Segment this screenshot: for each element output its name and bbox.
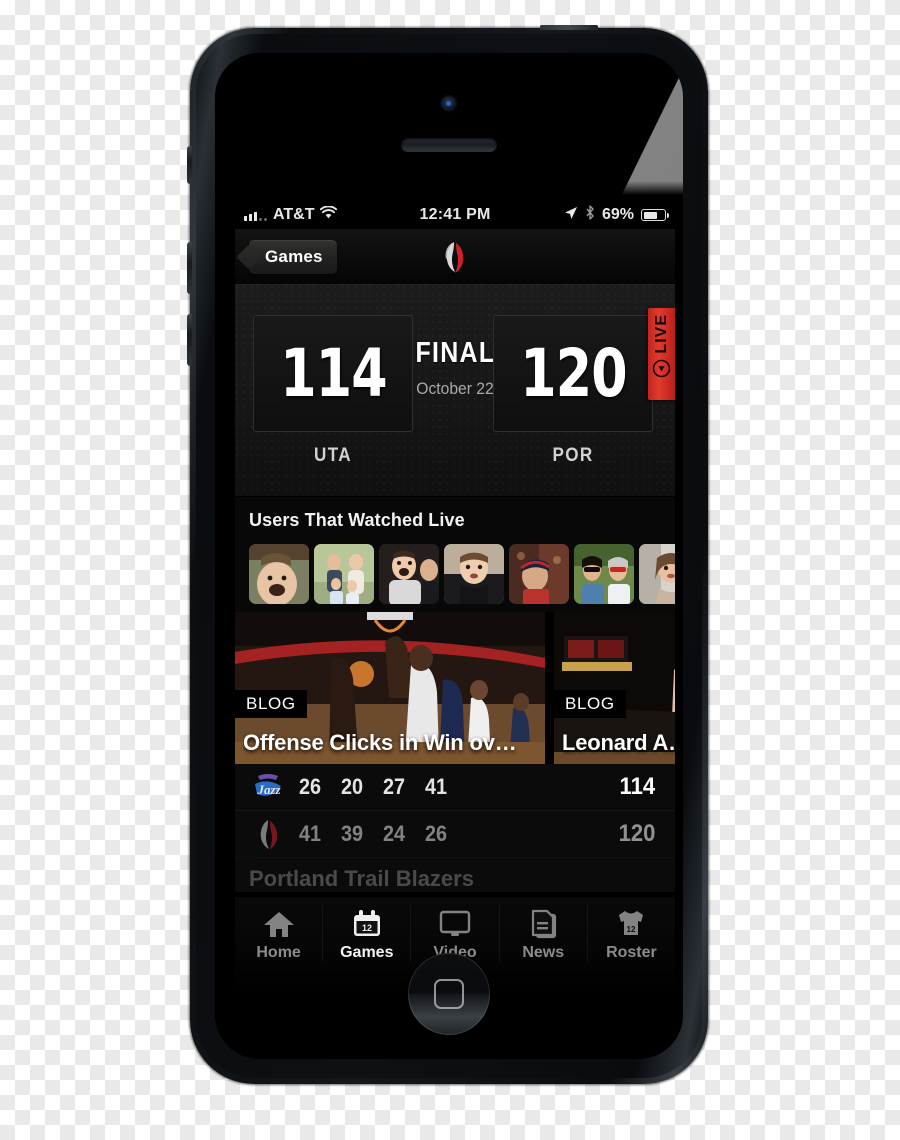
avatar[interactable] xyxy=(574,544,634,604)
quarter-score: 24 xyxy=(382,821,406,846)
tab-games[interactable]: 12 Games xyxy=(323,905,412,962)
blog-cards-row[interactable]: BLOG Offense Clicks in Win ov… BLOG Leon… xyxy=(235,612,675,764)
svg-text:Jazz: Jazz xyxy=(256,782,281,797)
home-score: 120 xyxy=(519,335,627,412)
earpiece-speaker xyxy=(401,138,497,152)
blog-card[interactable]: BLOG Offense Clicks in Win ov… xyxy=(235,612,545,764)
tab-roster[interactable]: 12 Roster xyxy=(588,905,675,962)
news-pages-icon xyxy=(532,909,557,939)
battery-percent-label: 69% xyxy=(601,206,634,223)
home-button[interactable] xyxy=(408,953,490,1035)
power-button[interactable] xyxy=(540,25,598,30)
status-bar-right: 69% xyxy=(564,205,669,225)
phone-device-frame: AT&T 12:41 PM 69% Games 114 UTA FINAL Oc… xyxy=(187,25,708,1084)
card-title: Leonard A… xyxy=(562,730,675,755)
avatar[interactable] xyxy=(639,544,675,604)
card-tag: BLOG xyxy=(554,690,626,718)
tab-label: Roster xyxy=(606,944,657,961)
live-badge-label: LIVE xyxy=(652,314,670,354)
team-total-score: 120 xyxy=(618,820,656,847)
front-camera-icon xyxy=(440,95,458,113)
users-watched-section: Users That Watched Live xyxy=(235,497,675,612)
home-score-box: 120 xyxy=(493,315,653,432)
table-row[interactable]: 41 39 24 26 120 xyxy=(235,811,675,858)
tab-label: Games xyxy=(340,944,394,961)
home-icon xyxy=(263,912,294,937)
avatar[interactable] xyxy=(379,544,439,604)
quarter-score: 26 xyxy=(424,821,448,846)
quarter-score: 20 xyxy=(340,774,364,799)
home-team-abbr: POR xyxy=(552,445,594,466)
card-tag: BLOG xyxy=(235,690,307,718)
tab-label: Home xyxy=(256,944,301,961)
jazz-logo-icon: Jazz xyxy=(249,770,289,804)
phone-bezel: AT&T 12:41 PM 69% Games 114 UTA FINAL Oc… xyxy=(196,34,702,1078)
live-badge[interactable]: LIVE xyxy=(648,308,675,400)
tv-monitor-icon xyxy=(439,910,471,936)
away-team-abbr: UTA xyxy=(314,445,352,466)
mute-switch[interactable] xyxy=(187,146,192,184)
team-total-score: 114 xyxy=(619,773,656,800)
card-title: Offense Clicks in Win ov… xyxy=(243,730,517,755)
volume-up-button[interactable] xyxy=(187,242,192,294)
navigation-bar: Games xyxy=(235,229,675,285)
scoreboard: 114 UTA FINAL October 22 120 POR LIVE xyxy=(235,285,675,497)
game-status-label: FINAL xyxy=(415,337,495,369)
tab-home[interactable]: Home xyxy=(235,905,324,962)
location-arrow-icon xyxy=(564,206,578,225)
avatar[interactable] xyxy=(249,544,309,604)
avatar[interactable] xyxy=(314,544,374,604)
svg-text:12: 12 xyxy=(627,925,636,934)
avatar[interactable] xyxy=(444,544,504,604)
jersey-icon: 12 xyxy=(619,911,644,935)
status-bar: AT&T 12:41 PM 69% xyxy=(235,201,675,229)
back-button-label: Games xyxy=(265,246,323,266)
home-button-square-icon xyxy=(434,979,464,1009)
away-score: 114 xyxy=(279,335,387,412)
blazers-logo-icon xyxy=(249,817,289,851)
bluetooth-icon xyxy=(585,205,595,225)
calendar-icon: 12 xyxy=(353,910,380,936)
quarter-score: 39 xyxy=(340,821,364,846)
avatar-list[interactable] xyxy=(235,531,675,612)
quarter-score: 41 xyxy=(424,774,448,799)
table-row[interactable]: Jazz 26 20 27 41 114 xyxy=(235,764,675,811)
users-watched-title: Users That Watched Live xyxy=(249,510,465,530)
phone-screen: AT&T 12:41 PM 69% Games 114 UTA FINAL Oc… xyxy=(235,201,675,991)
play-circle-icon xyxy=(652,359,671,383)
tab-label: News xyxy=(522,944,565,961)
team-name-label: Portland Trail Blazers xyxy=(249,866,474,891)
svg-text:12: 12 xyxy=(362,923,372,933)
tab-news[interactable]: News xyxy=(500,905,588,962)
quarter-score: 26 xyxy=(298,774,322,799)
blog-card[interactable]: BLOG Leonard A… xyxy=(554,612,675,764)
quarter-score: 41 xyxy=(298,821,322,846)
volume-down-button[interactable] xyxy=(187,314,192,366)
quarter-score: 27 xyxy=(382,774,406,799)
box-score: Jazz 26 20 27 41 114 41 39 24 26 120 Por… xyxy=(235,764,675,892)
battery-icon xyxy=(641,209,669,221)
back-button-games[interactable]: Games xyxy=(249,239,337,274)
avatar[interactable] xyxy=(509,544,569,604)
trail-blazers-logo-icon xyxy=(435,237,475,277)
screenshot-stage: AT&T 12:41 PM 69% Games 114 UTA FINAL Oc… xyxy=(0,0,900,1140)
phone-face: AT&T 12:41 PM 69% Games 114 UTA FINAL Oc… xyxy=(215,53,683,1059)
